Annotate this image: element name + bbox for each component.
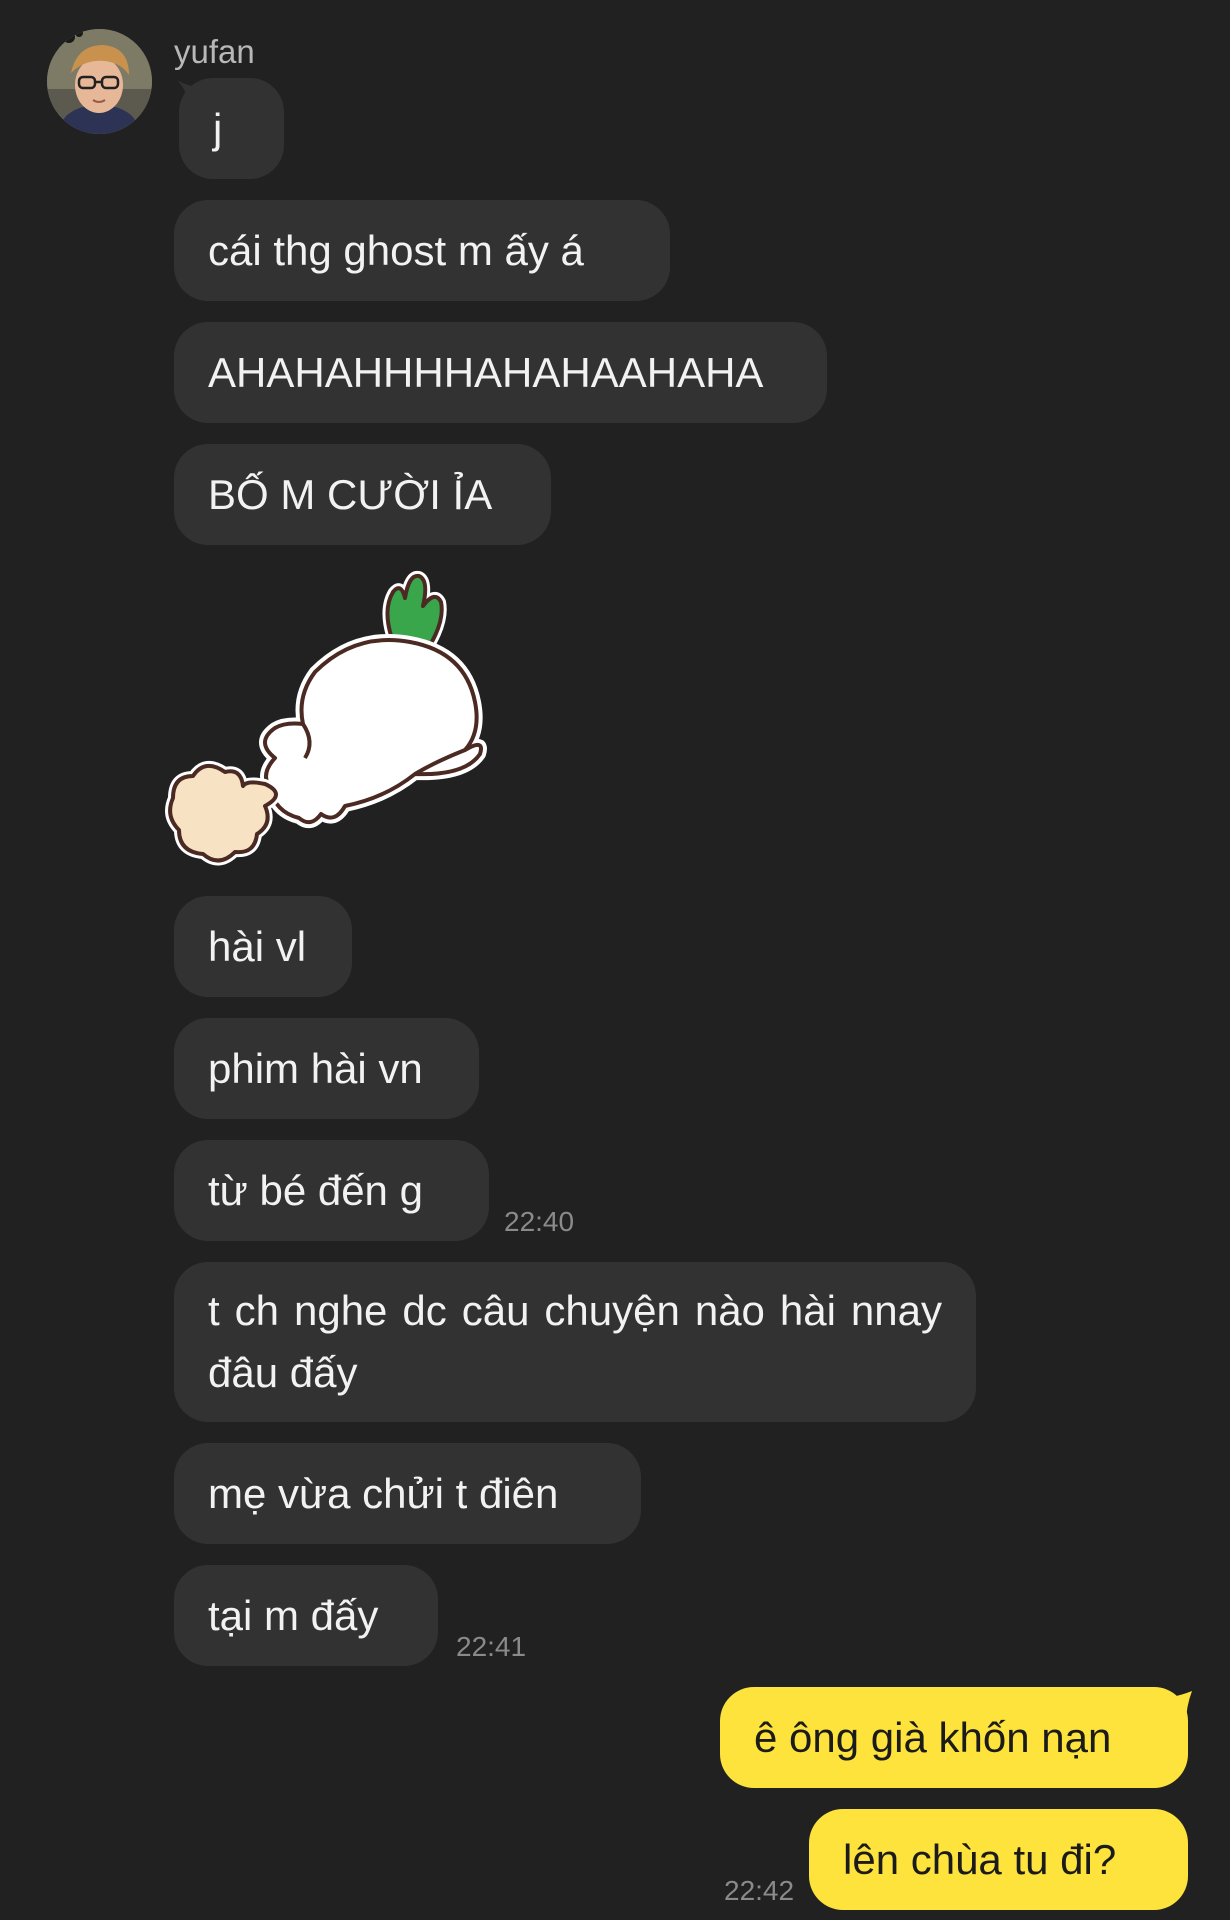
message-bubble-incoming[interactable]: phim hài vn [174, 1018, 479, 1119]
message-bubble-incoming[interactable]: mẹ vừa chửi t điên [174, 1443, 641, 1544]
message-timestamp: 22:40 [504, 1206, 575, 1237]
message-text: cái thg ghost m ấy á [208, 227, 584, 274]
message-text: lên chùa tu đi? [843, 1836, 1117, 1883]
message-text: từ bé đến g [208, 1167, 423, 1214]
message-bubble-outgoing[interactable]: lên chùa tu đi? [809, 1809, 1188, 1910]
sender-avatar[interactable] [47, 29, 152, 134]
message-bubble-incoming[interactable]: t ch nghe dc câu chuyện nào hài nnay đâu… [174, 1262, 976, 1422]
message-timestamp: 22:41 [456, 1631, 527, 1662]
message-bubble-incoming[interactable]: hài vl [174, 896, 352, 997]
message-timestamp: 22:42 [724, 1875, 795, 1906]
message-bubble-incoming[interactable]: cái thg ghost m ấy á [174, 200, 670, 301]
message-text: phim hài vn [208, 1045, 423, 1092]
message-text: AHAHAHHHHAHAHAAHAHA [208, 349, 764, 396]
message-text: mẹ vừa chửi t điên [208, 1470, 559, 1517]
message-text: j [213, 105, 223, 152]
message-bubble-incoming[interactable]: j [179, 78, 284, 179]
message-text: BỐ M CƯỜI ỈA [208, 471, 493, 518]
message-bubble-incoming[interactable]: BỐ M CƯỜI ỈA [174, 444, 551, 545]
message-text: tại m đấy [208, 1592, 379, 1639]
message-bubble-incoming[interactable]: từ bé đến g [174, 1140, 489, 1241]
sender-name: yufan [174, 33, 255, 70]
message-text: ê ông già khốn nạn [754, 1714, 1112, 1761]
radish-bunny-running-sticker[interactable] [165, 562, 495, 882]
message-bubble-incoming[interactable]: AHAHAHHHHAHAHAAHAHA [174, 322, 827, 423]
message-text: hài vl [208, 923, 307, 970]
avatar-photo-icon [47, 29, 152, 134]
message-bubble-outgoing[interactable]: ê ông già khốn nạn [720, 1687, 1188, 1788]
message-bubble-incoming[interactable]: tại m đấy [174, 1565, 438, 1666]
message-text: t ch nghe dc câu chuyện nào hài nnay đâu… [208, 1287, 942, 1396]
